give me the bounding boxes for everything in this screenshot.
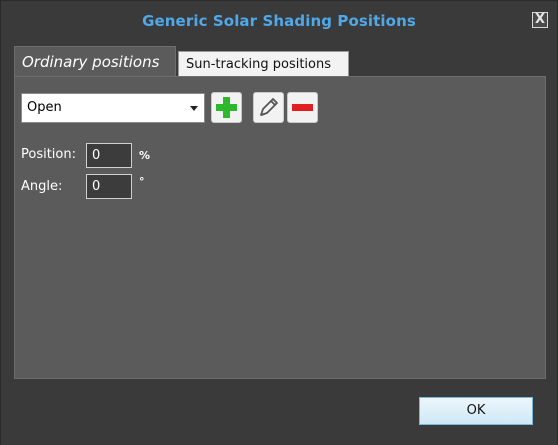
close-button[interactable]: X bbox=[532, 12, 548, 28]
pencil-icon bbox=[260, 98, 278, 116]
dropdown-arrow-icon bbox=[190, 106, 198, 111]
ok-button[interactable]: OK bbox=[419, 397, 533, 425]
tab-ordinary-positions[interactable]: Ordinary positions bbox=[14, 46, 176, 77]
angle-unit: ° bbox=[139, 175, 145, 188]
position-input[interactable] bbox=[86, 143, 132, 168]
title-bar: Generic Solar Shading Positions X bbox=[1, 1, 557, 41]
ordinary-positions-panel: Open Position: % Angle: ° bbox=[14, 76, 546, 379]
minus-icon bbox=[292, 104, 313, 111]
tab-sun-tracking-positions[interactable]: Sun-tracking positions bbox=[178, 51, 349, 77]
dialog-window: Generic Solar Shading Positions X Ordina… bbox=[0, 0, 558, 445]
angle-input[interactable] bbox=[86, 174, 132, 199]
position-label: Position: bbox=[21, 147, 76, 162]
plus-icon bbox=[216, 97, 237, 118]
add-position-button[interactable] bbox=[211, 92, 242, 123]
position-unit: % bbox=[139, 149, 151, 162]
tab-bar: Ordinary positions Sun-tracking position… bbox=[14, 46, 554, 77]
remove-position-button[interactable] bbox=[287, 92, 318, 123]
dialog-title: Generic Solar Shading Positions bbox=[142, 12, 416, 30]
angle-label: Angle: bbox=[21, 179, 63, 194]
edit-position-button[interactable] bbox=[253, 92, 284, 123]
positions-dropdown[interactable]: Open bbox=[21, 93, 205, 123]
positions-dropdown-value: Open bbox=[27, 100, 62, 115]
